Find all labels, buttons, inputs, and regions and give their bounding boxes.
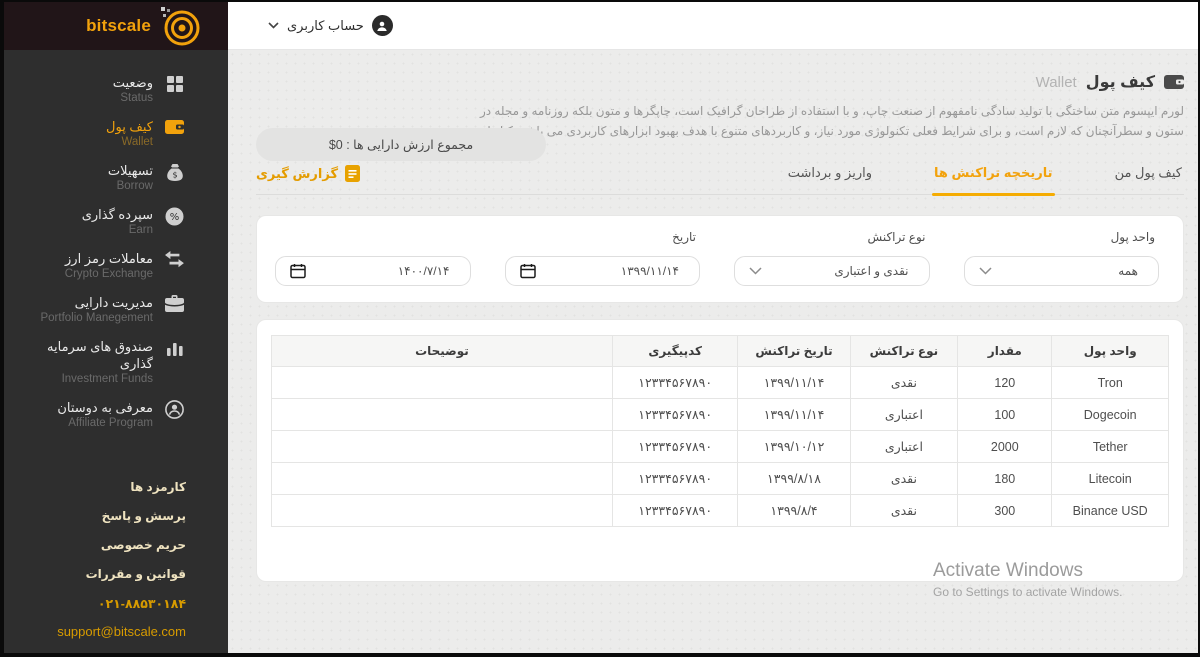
grid-icon (164, 75, 184, 95)
nav-label-fa: سپرده گذاری (82, 206, 153, 223)
nav-label-en: Investment Funds (62, 372, 153, 387)
date-filter-label: تاریخ (505, 230, 701, 249)
footer-link-faq[interactable]: پرسش و پاسخ (102, 509, 186, 523)
transaction-type-select[interactable]: نقدی و اعتباری (734, 256, 930, 286)
footer-link-privacy[interactable]: حریم خصوصی (101, 538, 186, 552)
type-filter-label: نوع تراکنش (734, 230, 930, 249)
header-amount: مقدار (958, 336, 1052, 367)
bitscale-logo-icon (160, 6, 200, 46)
nav-label-fa: معاملات رمز ارز (65, 250, 153, 267)
currency-filter-label: واحد پول (964, 230, 1160, 249)
filter-currency: واحد پول همه (964, 230, 1160, 286)
nav-label-en: Crypto Exchange (65, 267, 153, 282)
calendar-icon (520, 263, 536, 279)
filters-panel: واحد پول همه نوع تراکنش نقدی و اعتباری (256, 215, 1184, 303)
nav-label-fa: تسهیلات (108, 162, 153, 179)
table-row: Binance USD 300 نقدی ۱۳۹۹/۸/۴ ۱۲۳۳۴۵۶۷۸۹… (272, 495, 1169, 527)
bar-chart-icon (164, 339, 184, 359)
nav-label-en: Status (120, 91, 153, 106)
nav-label-en: Affiliate Program (68, 416, 153, 431)
wallet-icon (164, 119, 184, 139)
page-content: کیف پول Wallet لورم ایپسوم متن ساختگی با… (228, 50, 1198, 653)
page-title-en: Wallet (1036, 74, 1077, 91)
main-area: حساب کاربری کیف پول Wallet لورم ایپسوم م… (228, 2, 1198, 653)
sidebar-footer: کارمزد ها پرسش و پاسخ حریم خصوصی قوانین … (4, 480, 228, 653)
table-header-row: واحد پول مقدار نوع تراکنش تاریخ تراکنش ک… (272, 336, 1169, 367)
date-from-input[interactable]: ۱۳۹۹/۱۱/۱۴ (505, 256, 701, 286)
sidebar: bitscale وضعیتStatus کیف پولWallet $ تسه… (4, 2, 228, 653)
header-date: تاریخ تراکنش (738, 336, 850, 367)
topbar: حساب کاربری (228, 2, 1198, 50)
footer-link-terms[interactable]: قوانین و مقررات (86, 567, 186, 581)
nav-label-fa: معرفی به دوستان (57, 399, 153, 416)
sidebar-logo[interactable]: bitscale (4, 2, 228, 50)
tab-my-wallet[interactable]: کیف پول من (1113, 161, 1184, 194)
sidebar-item-borrow[interactable]: $ تسهیلاتBorrow (4, 162, 228, 194)
currency-select[interactable]: همه (964, 256, 1160, 286)
filter-date-to: ۱۴۰۰/۷/۱۴ (275, 230, 471, 286)
total-assets-badge: مجموع ارزش دارایی ها : 0$ (256, 128, 546, 161)
tab-transaction-history[interactable]: تاریخچه تراکنش ها (932, 161, 1055, 194)
sidebar-item-crypto-exchange[interactable]: معاملات رمز ارزCrypto Exchange (4, 250, 228, 282)
nav-label-fa: مدیریت دارایی (75, 294, 153, 311)
account-menu[interactable]: حساب کاربری (268, 15, 393, 36)
sidebar-item-status[interactable]: وضعیتStatus (4, 74, 228, 106)
chevron-down-icon (749, 267, 762, 275)
sidebar-item-portfolio[interactable]: مدیریت داراییPortfolio Manegement (4, 294, 228, 326)
brand-name: bitscale (86, 16, 151, 36)
footer-link-fees[interactable]: کارمزد ها (130, 480, 186, 494)
percent-icon: % (164, 207, 184, 227)
app-window: bitscale وضعیتStatus کیف پولWallet $ تسه… (0, 0, 1200, 657)
header-type: نوع تراکنش (850, 336, 958, 367)
briefcase-icon (164, 295, 184, 315)
table-row: Dogecoin 100 اعتباری ۱۳۹۹/۱۱/۱۴ ۱۲۳۳۴۵۶۷… (272, 399, 1169, 431)
nav-label-fa: کیف پول (106, 118, 153, 135)
table-row: Tether 2000 اعتباری ۱۳۹۹/۱۰/۱۲ ۱۲۳۳۴۵۶۷۸… (272, 431, 1169, 463)
transactions-panel: واحد پول مقدار نوع تراکنش تاریخ تراکنش ک… (256, 319, 1184, 582)
chevron-down-icon (979, 267, 992, 275)
tab-bar: کیف پول من تاریخچه تراکنش ها واریز و برد… (256, 161, 1184, 195)
person-icon (164, 400, 184, 420)
sidebar-item-investment-funds[interactable]: صندوق های سرمایه گذاریInvestment Funds (4, 338, 228, 387)
sidebar-item-affiliate[interactable]: معرفی به دوستانAffiliate Program (4, 399, 228, 431)
report-label: گزارش گیری (256, 166, 338, 182)
page-header: کیف پول Wallet لورم ایپسوم متن ساختگی با… (228, 72, 1184, 141)
chevron-down-icon (268, 22, 279, 29)
nav-label-fa: وضعیت (113, 74, 153, 91)
nav-label-en: Portfolio Manegement (40, 311, 153, 326)
filter-date-from: تاریخ ۱۳۹۹/۱۱/۱۴ (505, 230, 701, 286)
support-phone: ۰۲۱-۸۸۵۳۰۱۸۴ (98, 596, 186, 611)
svg-text:%: % (170, 212, 180, 223)
header-currency: واحد پول (1052, 336, 1169, 367)
tab-deposit-withdraw[interactable]: واریز و برداشت (786, 161, 874, 194)
sidebar-item-earn[interactable]: % سپرده گذاریEarn (4, 206, 228, 238)
nav-label-en: Earn (129, 223, 153, 238)
user-avatar-icon (372, 15, 393, 36)
svg-text:$: $ (172, 171, 177, 180)
header-tracking-code: کدپیگیری (612, 336, 738, 367)
report-button[interactable]: گزارش گیری (256, 165, 360, 194)
table-row: Litecoin 180 نقدی ۱۳۹۹/۸/۱۸ ۱۲۳۳۴۵۶۷۸۹۰ (272, 463, 1169, 495)
wallet-title-icon (1164, 74, 1184, 90)
nav-label-fa: صندوق های سرمایه گذاری (14, 338, 153, 372)
nav-label-en: Borrow (117, 179, 153, 194)
page-title: کیف پول (1086, 72, 1155, 92)
transactions-table: واحد پول مقدار نوع تراکنش تاریخ تراکنش ک… (271, 335, 1169, 527)
sidebar-nav: وضعیتStatus کیف پولWallet $ تسهیلاتBorro… (4, 50, 228, 443)
exchange-arrows-icon (164, 251, 184, 271)
filter-transaction-type: نوع تراکنش نقدی و اعتباری (734, 230, 930, 286)
report-document-icon (345, 165, 360, 182)
calendar-icon (290, 263, 306, 279)
account-label: حساب کاربری (287, 18, 364, 34)
sidebar-item-wallet[interactable]: کیف پولWallet (4, 118, 228, 150)
date-to-input[interactable]: ۱۴۰۰/۷/۱۴ (275, 256, 471, 286)
nav-label-en: Wallet (121, 135, 153, 150)
support-email[interactable]: support@bitscale.com (57, 624, 186, 639)
header-description: توضیحات (272, 336, 613, 367)
moneybag-icon: $ (164, 163, 184, 183)
table-row: Tron 120 نقدی ۱۳۹۹/۱۱/۱۴ ۱۲۳۳۴۵۶۷۸۹۰ (272, 367, 1169, 399)
